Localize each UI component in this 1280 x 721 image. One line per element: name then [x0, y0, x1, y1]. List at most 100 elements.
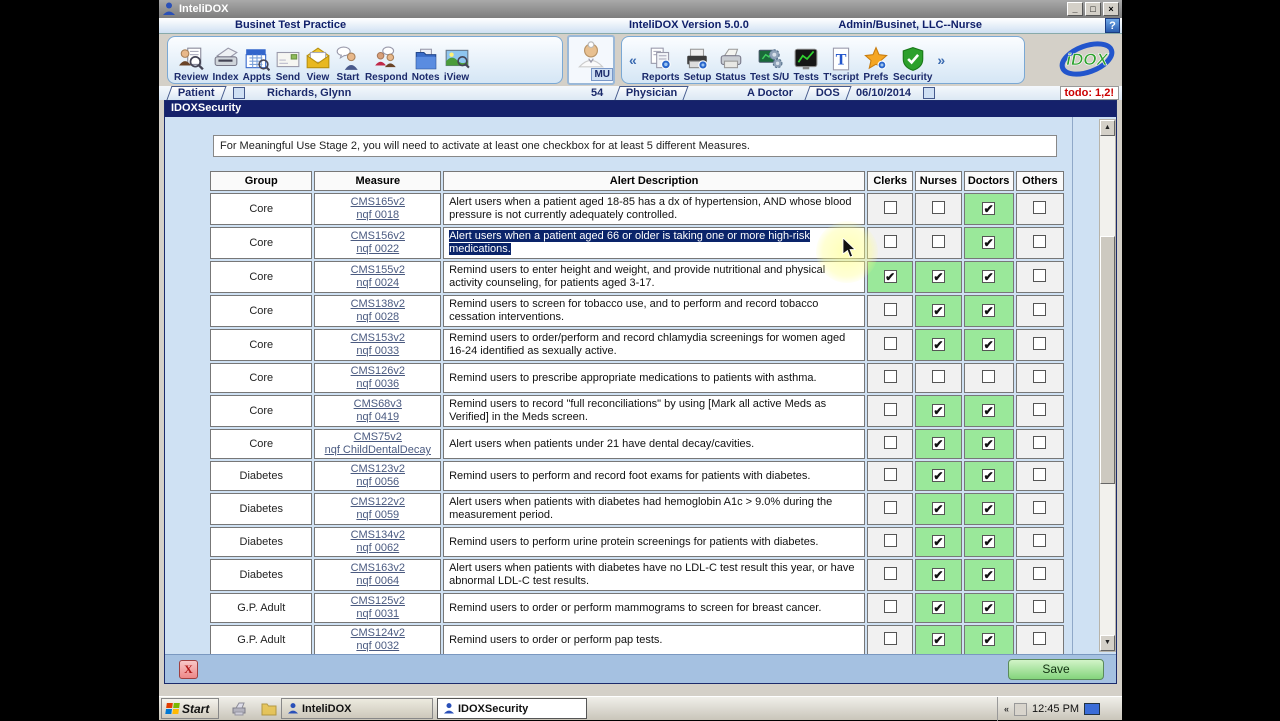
checkbox[interactable]: [1033, 201, 1047, 214]
checkbox[interactable]: ✔: [982, 202, 996, 215]
description-cell[interactable]: Remind users to order or perform mammogr…: [443, 593, 866, 623]
scroll-up-icon[interactable]: ▲: [1100, 120, 1115, 136]
description-cell[interactable]: Alert users when patients under 21 have …: [443, 429, 866, 459]
checkbox-cell-doctors[interactable]: ✔: [963, 559, 1014, 591]
dialog-close-button[interactable]: X: [179, 660, 198, 679]
network-monitor-icon[interactable]: [1084, 703, 1101, 715]
measure-link-cms[interactable]: CMS123v2: [351, 463, 405, 475]
measure-link-cms[interactable]: CMS68v3: [354, 398, 402, 410]
checkbox[interactable]: [883, 600, 897, 613]
checkbox[interactable]: ✔: [982, 437, 996, 450]
checkbox[interactable]: ✔: [883, 270, 897, 283]
checkbox-cell-nurses[interactable]: ✔: [915, 461, 962, 491]
checkbox[interactable]: [1033, 567, 1047, 580]
checkbox[interactable]: ✔: [982, 568, 996, 581]
checkbox[interactable]: [931, 235, 945, 248]
checkbox[interactable]: [883, 468, 897, 481]
checkbox[interactable]: ✔: [982, 601, 996, 614]
checkbox[interactable]: ✔: [931, 338, 945, 351]
measure-link-cms[interactable]: CMS138v2: [351, 298, 405, 310]
checkbox-cell-doctors[interactable]: ✔: [963, 295, 1014, 327]
checkbox[interactable]: [883, 201, 897, 214]
checkbox[interactable]: ✔: [982, 404, 996, 417]
measure-link-cms[interactable]: CMS155v2: [351, 264, 405, 276]
checkbox[interactable]: ✔: [931, 633, 945, 646]
checkbox-cell-doctors[interactable]: ✔: [963, 429, 1014, 459]
measure-link-cms[interactable]: CMS126v2: [351, 365, 405, 377]
checkbox[interactable]: [883, 403, 897, 416]
checkbox[interactable]: ✔: [931, 437, 945, 450]
checkbox[interactable]: [883, 436, 897, 449]
measure-link-nqf[interactable]: nqf 0032: [356, 640, 399, 652]
checkbox-cell-nurses[interactable]: [915, 363, 962, 393]
checkbox[interactable]: ✔: [931, 270, 945, 283]
checkbox[interactable]: ✔: [982, 270, 996, 283]
description-cell[interactable]: Remind users to order/perform and record…: [443, 329, 866, 361]
checkbox-cell-doctors[interactable]: ✔: [963, 527, 1014, 557]
checkbox-cell-others[interactable]: [1015, 593, 1064, 623]
scrollbar-thumb[interactable]: [1100, 236, 1115, 484]
checkbox-cell-others[interactable]: [1015, 261, 1064, 293]
checkbox-cell-clerks[interactable]: [867, 227, 914, 259]
restore-button[interactable]: □: [1085, 2, 1101, 16]
checkbox-cell-others[interactable]: [1015, 625, 1064, 655]
checkbox[interactable]: ✔: [982, 502, 996, 515]
tests-button[interactable]: Tests: [791, 37, 821, 83]
measure-link-nqf[interactable]: nqf 0028: [356, 311, 399, 323]
checkbox-cell-clerks[interactable]: [867, 395, 914, 427]
checkbox-cell-clerks[interactable]: [867, 295, 914, 327]
checkbox-cell-clerks[interactable]: [867, 527, 914, 557]
measure-link-cms[interactable]: CMS75v2: [354, 431, 402, 443]
checkbox[interactable]: [982, 370, 996, 383]
measure-link-nqf[interactable]: nqf 0036: [356, 378, 399, 390]
checkbox[interactable]: ✔: [931, 502, 945, 515]
checkbox[interactable]: ✔: [931, 404, 945, 417]
checkbox-cell-nurses[interactable]: ✔: [915, 625, 962, 655]
measure-link-nqf[interactable]: nqf 0062: [356, 542, 399, 554]
measure-link-nqf[interactable]: nqf 0031: [356, 608, 399, 620]
respond-button[interactable]: Respond: [363, 37, 410, 83]
description-cell[interactable]: Alert users when patients with diabetes …: [443, 559, 866, 591]
checkbox[interactable]: ✔: [982, 236, 996, 249]
physician-tab[interactable]: Physician: [614, 86, 689, 100]
description-cell[interactable]: Alert users when a patient aged 18-85 ha…: [443, 193, 866, 225]
checkbox-cell-nurses[interactable]: ✔: [915, 429, 962, 459]
setup-button[interactable]: Setup: [682, 37, 714, 83]
measure-link-nqf[interactable]: nqf 0064: [356, 575, 399, 587]
help-button[interactable]: ?: [1105, 18, 1120, 33]
checkbox-cell-nurses[interactable]: ✔: [915, 295, 962, 327]
reports-button[interactable]: Reports: [640, 37, 682, 83]
checkbox-cell-others[interactable]: [1015, 461, 1064, 491]
checkbox[interactable]: ✔: [931, 469, 945, 482]
index-button[interactable]: Index: [210, 37, 240, 83]
checkbox-cell-doctors[interactable]: ✔: [963, 227, 1014, 259]
checkbox[interactable]: [1033, 468, 1047, 481]
measure-link-nqf[interactable]: nqf 0022: [356, 243, 399, 255]
checkbox-cell-others[interactable]: [1015, 429, 1064, 459]
checkbox[interactable]: ✔: [931, 601, 945, 614]
checkbox[interactable]: [1033, 600, 1047, 613]
patient-checkbox[interactable]: [233, 87, 245, 99]
checkbox[interactable]: [883, 632, 897, 645]
start-button[interactable]: Start: [161, 698, 219, 719]
description-cell[interactable]: Remind users to prescribe appropriate me…: [443, 363, 866, 393]
security-button[interactable]: Security: [891, 37, 934, 83]
checkbox[interactable]: [883, 501, 897, 514]
checkbox-cell-doctors[interactable]: ✔: [963, 329, 1014, 361]
checkbox[interactable]: [883, 303, 897, 316]
checkbox-cell-doctors[interactable]: ✔: [963, 461, 1014, 491]
taskbar-button-intelidox[interactable]: InteliDOX: [281, 698, 433, 719]
todo-badge[interactable]: todo: 1,2!: [1059, 86, 1119, 100]
description-cell[interactable]: Remind users to enter height and weight,…: [443, 261, 866, 293]
vertical-scrollbar[interactable]: ▲ ▼: [1099, 119, 1116, 652]
description-cell[interactable]: Alert users when a patient aged 66 or ol…: [443, 227, 866, 259]
checkbox-cell-others[interactable]: [1015, 295, 1064, 327]
status-button[interactable]: Status: [713, 37, 748, 83]
checkbox-cell-nurses[interactable]: ✔: [915, 261, 962, 293]
checkbox-cell-others[interactable]: [1015, 363, 1064, 393]
dos-tab[interactable]: DOS: [804, 86, 852, 100]
checkbox[interactable]: [883, 235, 897, 248]
checkbox-cell-doctors[interactable]: ✔: [963, 625, 1014, 655]
checkbox[interactable]: [1033, 303, 1047, 316]
chevron-right-icon[interactable]: »: [934, 52, 948, 68]
